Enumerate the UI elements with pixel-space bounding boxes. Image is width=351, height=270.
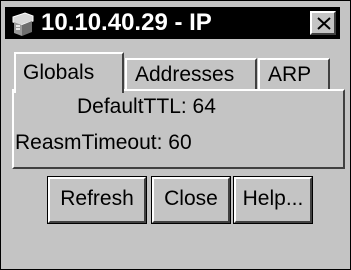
default-ttl-field: DefaultTTL: 64 [77,95,216,118]
computer-icon [12,12,34,36]
close-icon [317,17,331,30]
tab-addresses-label: Addresses [135,63,235,86]
tab-globals-label: Globals [23,61,95,84]
tab-arp-label: ARP [268,63,312,86]
ip-dialog-window: 10.10.40.29 - IP Globals Addresses ARP D… [0,0,351,270]
globals-panel: DefaultTTL: 64 ReasmTimeout: 60 [12,89,345,169]
close-button[interactable]: Close [151,176,231,224]
help-button[interactable]: Help... [233,176,313,224]
window-title: 10.10.40.29 - IP [41,9,212,36]
reasm-timeout-field: ReasmTimeout: 60 [15,131,192,154]
tab-addresses[interactable]: Addresses [125,58,257,89]
title-bar[interactable]: 10.10.40.29 - IP [5,7,340,39]
title-close-button[interactable] [310,11,336,35]
tab-globals[interactable]: Globals [14,52,124,93]
tab-arp[interactable]: ARP [258,58,330,89]
refresh-button[interactable]: Refresh [47,176,147,224]
